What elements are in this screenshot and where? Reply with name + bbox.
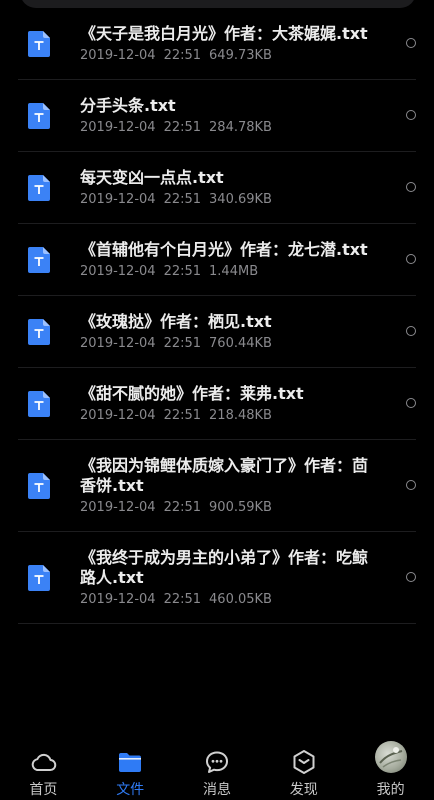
file-size: 284.78KB: [209, 119, 272, 135]
file-name: 《天子是我白月光》作者：大茶娓娓.txt: [80, 23, 368, 43]
file-info: 《玫瑰挞》作者：栖见.txt 2019-12-04 22:51 760.44KB: [80, 312, 376, 352]
file-info: 分手头条.txt 2019-12-04 22:51 284.78KB: [80, 96, 376, 136]
tab-home[interactable]: 首页: [0, 740, 87, 800]
select-radio[interactable]: [406, 109, 416, 120]
select-radio[interactable]: [406, 253, 416, 264]
file-time: 22:51: [163, 591, 202, 607]
file-info: 《首辅他有个白月光》作者：龙七潜.txt 2019-12-04 22:51 1.44…: [80, 240, 376, 280]
tab-messages[interactable]: 消息: [174, 740, 261, 800]
file-time: 22:51: [163, 407, 202, 423]
file-name: 《我终于成为男主的小弟了》作者：吃鲸路人.txt: [80, 547, 369, 587]
tab-files[interactable]: 文件: [87, 740, 174, 800]
txt-file-icon: [28, 472, 50, 499]
file-time: 22:51: [163, 191, 202, 207]
file-time: 22:51: [163, 119, 202, 135]
txt-file-icon: [28, 564, 50, 591]
file-name: 《甜不腻的她》作者：莱弗.txt: [80, 383, 304, 403]
file-info: 每天变凶一点点.txt 2019-12-04 22:51 340.69KB: [80, 168, 376, 208]
tab-label: 我的: [376, 782, 405, 798]
bottom-tab-bar: 首页 文件 消息 发现 我的: [0, 740, 434, 800]
file-name: 《我因为锦鲤体质嫁入豪门了》作者：茴香饼.txt: [80, 455, 369, 495]
file-date: 2019-12-04: [80, 263, 156, 279]
select-radio[interactable]: [406, 479, 416, 490]
file-name: 每天变凶一点点.txt: [80, 167, 224, 187]
file-size: 900.59KB: [209, 499, 272, 515]
file-row[interactable]: 分手头条.txt 2019-12-04 22:51 284.78KB: [18, 80, 416, 152]
tab-label: 发现: [289, 782, 318, 798]
file-row[interactable]: 《我终于成为男主的小弟了》作者：吃鲸路人.txt 2019-12-04 22:51…: [18, 532, 416, 624]
file-info: 《我终于成为男主的小弟了》作者：吃鲸路人.txt 2019-12-04 22:51…: [80, 548, 376, 608]
folder-icon: [116, 748, 144, 776]
tab-label: 首页: [29, 782, 58, 798]
file-size: 760.44KB: [209, 335, 272, 351]
file-size: 1.44MB: [209, 263, 259, 279]
search-bar[interactable]: [20, 0, 416, 8]
tab-label: 文件: [116, 782, 145, 798]
file-row[interactable]: 《天子是我白月光》作者：大茶娓娓.txt 2019-12-04 22:51 649.…: [18, 8, 416, 80]
file-date: 2019-12-04: [80, 335, 156, 351]
file-meta: 2019-12-04 22:51 760.44KB: [80, 336, 376, 352]
file-date: 2019-12-04: [80, 119, 156, 135]
chat-bubble-icon: [203, 748, 231, 776]
select-radio[interactable]: [406, 37, 416, 48]
file-row[interactable]: 《首辅他有个白月光》作者：龙七潜.txt 2019-12-04 22:51 1.44…: [18, 224, 416, 296]
file-info: 《我因为锦鲤体质嫁入豪门了》作者：茴香饼.txt 2019-12-04 22:51…: [80, 456, 376, 516]
tab-discover[interactable]: 发现: [260, 740, 347, 800]
file-name: 《首辅他有个白月光》作者：龙七潜.txt: [80, 239, 368, 259]
file-meta: 2019-12-04 22:51 460.05KB: [80, 592, 376, 608]
file-info: 《天子是我白月光》作者：大茶娓娓.txt 2019-12-04 22:51 649.…: [80, 24, 376, 64]
file-size: 460.05KB: [209, 591, 272, 607]
file-manager-screen: 《天子是我白月光》作者：大茶娓娓.txt 2019-12-04 22:51 649.…: [0, 0, 434, 800]
file-name: 《玫瑰挞》作者：栖见.txt: [80, 311, 272, 331]
file-name: 分手头条.txt: [80, 95, 176, 115]
file-size: 340.69KB: [209, 191, 272, 207]
txt-file-icon: [28, 390, 50, 417]
file-date: 2019-12-04: [80, 47, 156, 63]
file-time: 22:51: [163, 499, 202, 515]
select-radio[interactable]: [406, 181, 416, 192]
select-radio[interactable]: [406, 325, 416, 336]
file-row[interactable]: 《我因为锦鲤体质嫁入豪门了》作者：茴香饼.txt 2019-12-04 22:51…: [18, 440, 416, 532]
file-row[interactable]: 《玫瑰挞》作者：栖见.txt 2019-12-04 22:51 760.44KB: [18, 296, 416, 368]
tab-label: 消息: [202, 782, 231, 798]
txt-file-icon: [28, 102, 50, 129]
select-radio[interactable]: [406, 397, 416, 408]
file-time: 22:51: [163, 47, 202, 63]
txt-file-icon: [28, 318, 50, 345]
cloud-icon: [29, 748, 57, 776]
file-time: 22:51: [163, 335, 202, 351]
file-meta: 2019-12-04 22:51 284.78KB: [80, 120, 376, 136]
txt-file-icon: [28, 30, 50, 57]
file-date: 2019-12-04: [80, 191, 156, 207]
select-radio[interactable]: [406, 571, 416, 582]
file-row[interactable]: 《甜不腻的她》作者：莱弗.txt 2019-12-04 22:51 218.48KB: [18, 368, 416, 440]
txt-file-icon: [28, 174, 50, 201]
txt-file-icon: [28, 246, 50, 273]
file-list: 《天子是我白月光》作者：大茶娓娓.txt 2019-12-04 22:51 649.…: [0, 8, 434, 624]
file-meta: 2019-12-04 22:51 1.44MB: [80, 264, 376, 280]
file-time: 22:51: [163, 263, 202, 279]
file-meta: 2019-12-04 22:51 900.59KB: [80, 500, 376, 516]
file-size: 218.48KB: [209, 407, 272, 423]
file-row[interactable]: 每天变凶一点点.txt 2019-12-04 22:51 340.69KB: [18, 152, 416, 224]
file-date: 2019-12-04: [80, 499, 156, 515]
file-date: 2019-12-04: [80, 591, 156, 607]
file-meta: 2019-12-04 22:51 649.73KB: [80, 48, 376, 64]
avatar: [374, 741, 407, 773]
tab-profile[interactable]: 我的: [347, 740, 434, 800]
file-meta: 2019-12-04 22:51 340.69KB: [80, 192, 376, 208]
file-info: 《甜不腻的她》作者：莱弗.txt 2019-12-04 22:51 218.48KB: [80, 384, 376, 424]
file-meta: 2019-12-04 22:51 218.48KB: [80, 408, 376, 424]
file-date: 2019-12-04: [80, 407, 156, 423]
discover-hexagon-icon: [290, 748, 318, 776]
file-size: 649.73KB: [209, 47, 272, 63]
